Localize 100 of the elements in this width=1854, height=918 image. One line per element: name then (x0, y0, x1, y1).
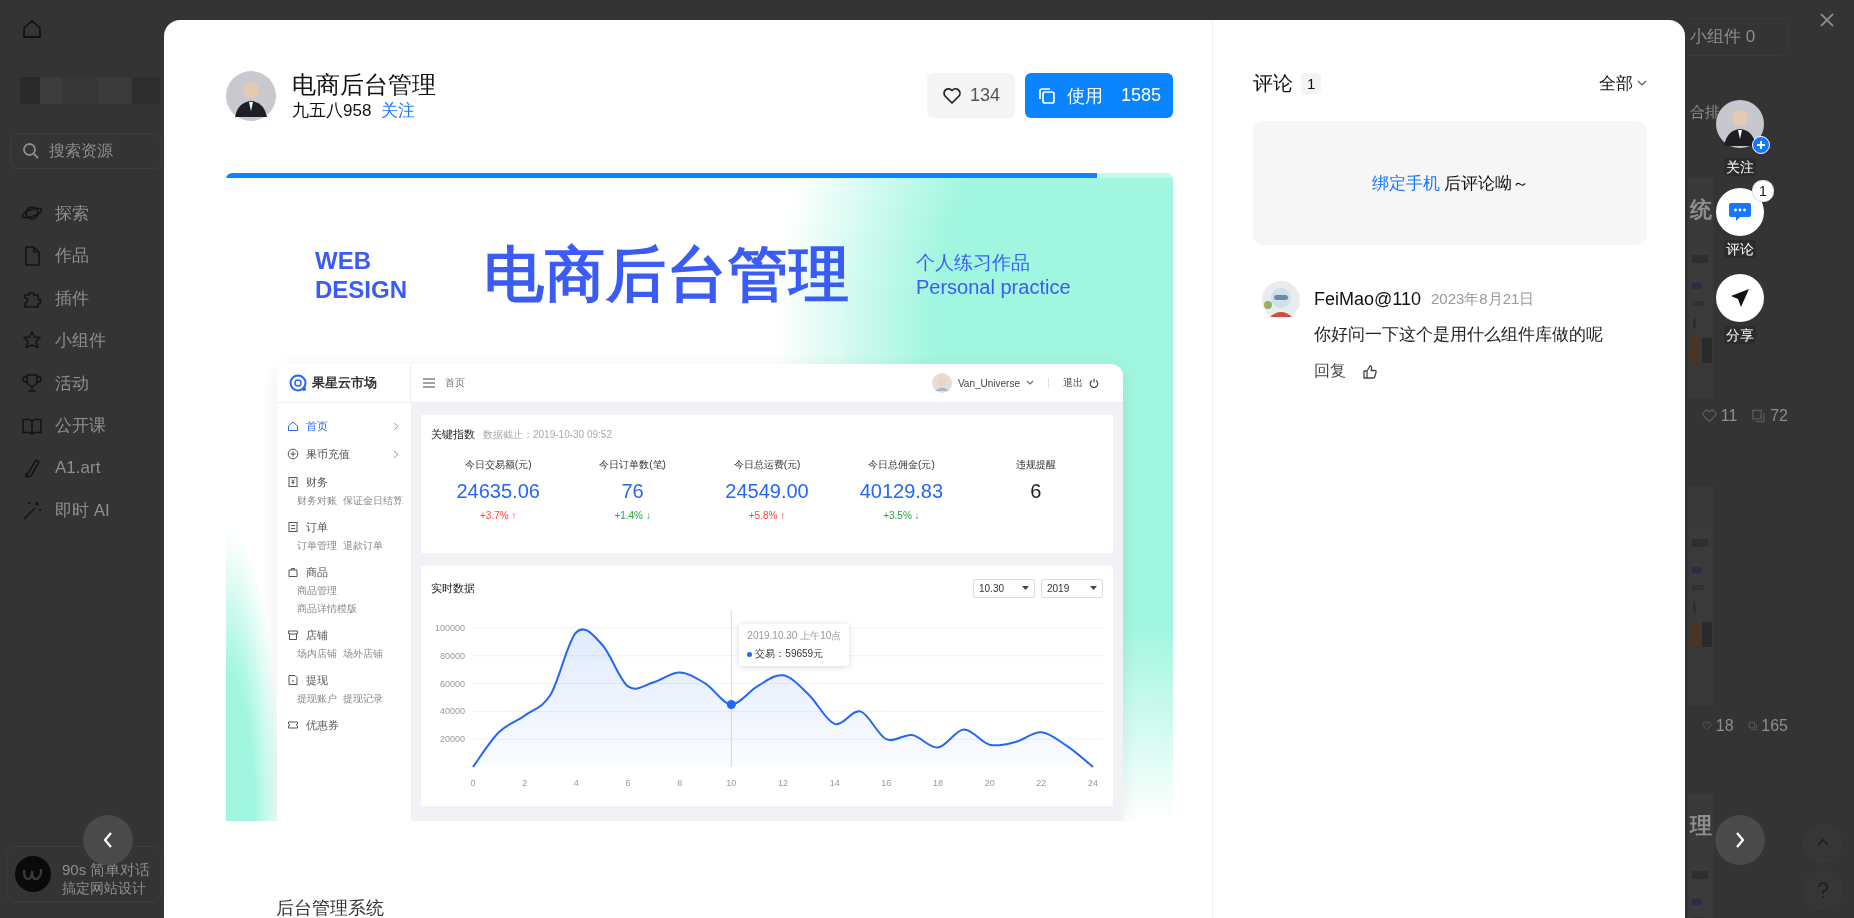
x-axis-label: 8 (677, 778, 683, 788)
sidebar-item[interactable]: 财务 (287, 473, 407, 491)
sidebar-subitem[interactable]: 订单管理 (297, 539, 337, 553)
metric-value: 76 (621, 479, 644, 504)
bag-icon (287, 566, 299, 578)
nav-item[interactable]: 小组件 (0, 319, 162, 362)
card-title: 理 (1688, 813, 1712, 839)
x-axis-label: 2 (522, 778, 528, 788)
x-axis-label: 20 (984, 778, 995, 788)
store-icon (287, 629, 299, 641)
x-axis-label: 24 (1088, 778, 1098, 788)
filter-dropdown[interactable]: 全部 (1599, 71, 1647, 95)
thumbs-up-icon[interactable] (1362, 363, 1378, 380)
x-axis-label: 14 (829, 778, 840, 788)
card-title: 统 (1688, 197, 1712, 223)
sidebar-item[interactable]: 首页 (287, 417, 407, 435)
action-label: 分享 (1724, 326, 1756, 344)
x-axis-label: 4 (573, 778, 579, 788)
user-name[interactable]: Van_Universe (957, 377, 1020, 389)
tooltip-value: 交易：59659元 (755, 647, 824, 661)
search-field[interactable]: 搜索资源 (10, 133, 162, 169)
sidebar-subitem[interactable]: 场内店铺 (297, 647, 337, 661)
sidebar-subitem[interactable]: 提现记录 (343, 692, 383, 706)
metric-label: 今日订单数(笔) (599, 458, 666, 472)
update-time: 数据截止：2019-10-30 09:52 (483, 428, 612, 442)
nav-item[interactable]: 公开课 (0, 404, 162, 447)
y-axis-label: 60000 (439, 678, 465, 689)
nav-item[interactable]: 活动 (0, 362, 162, 405)
banner-subtitle: 个人练习作品 (916, 250, 1031, 275)
nav-item[interactable]: 即时 AI (0, 489, 162, 532)
nav-item[interactable]: 插件 (0, 277, 162, 320)
next-button[interactable] (1715, 815, 1765, 865)
work-card[interactable]: 统 (1688, 177, 1714, 397)
widget-tab[interactable]: 小组件 0 (1688, 18, 1788, 56)
sidebar-item[interactable]: 店铺 (287, 626, 407, 644)
date-select[interactable]: 10.30 (973, 578, 1035, 598)
breadcrumb: 首页 (445, 376, 465, 390)
banner-subtitle: Personal practice (916, 274, 1071, 300)
trophy-icon (21, 372, 43, 395)
logout-link[interactable]: 退出 (1063, 376, 1083, 390)
count-badge: 1 (1752, 180, 1774, 202)
comment-count: 1 (1301, 72, 1322, 94)
year-select[interactable]: 2019 (1041, 578, 1103, 598)
caret-icon (1026, 380, 1034, 386)
bind-phone-link[interactable]: 绑定手机 (1371, 171, 1440, 195)
metric-label: 今日总运费(元) (733, 458, 801, 472)
card-title: 关键指数 (431, 427, 475, 442)
y-axis-label: 80000 (439, 650, 465, 661)
sidebar-subitem[interactable]: 提现账户 (297, 692, 337, 706)
user-avatar[interactable] (931, 373, 952, 393)
reply-link[interactable]: 回复 (1314, 361, 1346, 382)
copy-icon (1036, 85, 1057, 106)
like-button[interactable]: 134 (927, 73, 1015, 118)
x-axis-label: 18 (933, 778, 943, 788)
follow-link[interactable]: 关注 (381, 99, 416, 122)
copy-icon (1751, 408, 1767, 424)
sidebar-subitem[interactable]: 商品管理 (297, 584, 407, 598)
metric-value: 24549.00 (725, 479, 809, 504)
metric-change: +3.5% ↓ (883, 510, 920, 521)
action-label: 关注 (1724, 158, 1756, 176)
metric-change: +1.4% ↓ (614, 510, 651, 521)
nav-item[interactable]: 作品 (0, 234, 162, 277)
sidebar-item[interactable]: 提现 (287, 671, 407, 689)
sidebar-subitem[interactable]: 场外店铺 (343, 647, 383, 661)
heart-icon (1702, 408, 1717, 424)
chevron-left-icon (102, 831, 114, 849)
sidebar-subitem[interactable]: 退款订单 (343, 539, 383, 553)
share-button[interactable] (1716, 274, 1764, 322)
work-description: 后台管理系统 (276, 898, 385, 918)
author-name[interactable]: 九五八958 (292, 99, 372, 122)
sidebar-item[interactable]: 订单 (287, 518, 407, 536)
use-button[interactable]: 使用 1585 (1025, 73, 1173, 118)
x-axis-label: 0 (470, 778, 476, 788)
sidebar-item[interactable]: 商品 (287, 563, 407, 581)
sidebar-item[interactable]: 优惠券 (287, 716, 407, 734)
author-avatar[interactable] (226, 70, 276, 121)
search-icon (22, 142, 40, 160)
chat-bubble-icon (1728, 201, 1752, 223)
user-avatar[interactable] (1262, 281, 1300, 319)
work-card[interactable]: 理 (1688, 793, 1714, 918)
sidebar-subitem[interactable]: 商品详情模版 (297, 602, 407, 616)
data-point[interactable] (726, 699, 736, 709)
x-axis-label: 12 (778, 778, 788, 788)
comment-author[interactable]: FeiMao@110 (1314, 288, 1421, 310)
nav-item[interactable]: 探索 (0, 192, 162, 235)
sort-dropdown[interactable]: 合排 (1688, 94, 1720, 130)
comment-button[interactable] (1716, 188, 1764, 236)
nav-item[interactable]: A1.art (0, 447, 162, 490)
close-icon[interactable] (1818, 11, 1836, 29)
promo-title: 90s 简单对话 (62, 859, 151, 879)
y-axis-label: 100000 (434, 623, 465, 633)
metric-label: 今日总佣金(元) (868, 458, 935, 472)
banner-title: 电商后台管理 (484, 240, 851, 310)
x-axis-label: 22 (1036, 778, 1047, 788)
sidebar-subitem[interactable]: 保证金日结算 (343, 494, 403, 508)
sidebar-subitem[interactable]: 财务对账 (297, 494, 337, 508)
power-icon (1089, 378, 1099, 388)
menu-icon[interactable] (423, 378, 435, 388)
metric-label: 违规提醒 (1015, 458, 1056, 472)
sidebar-item[interactable]: 果币充值 (287, 445, 407, 463)
